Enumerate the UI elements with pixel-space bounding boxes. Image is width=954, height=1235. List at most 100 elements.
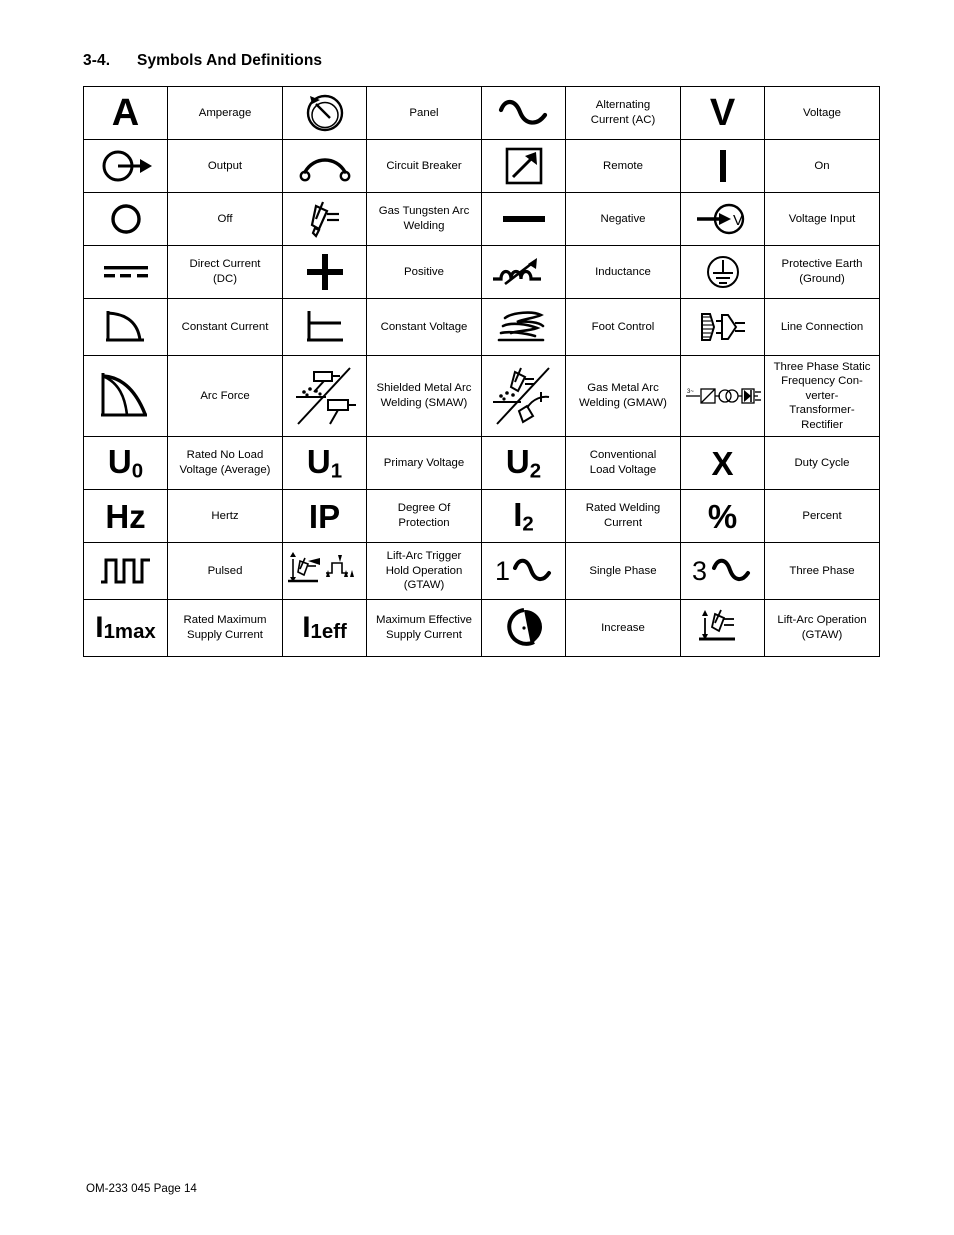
u-one-glyph: U1 bbox=[306, 442, 343, 483]
label-cell-arc-force: Arc Force bbox=[167, 355, 283, 437]
label-cell-negative: Negative bbox=[565, 192, 681, 246]
document-page: 3-4. Symbols And Definitions A Amperage bbox=[0, 0, 954, 1235]
panel-knob-icon bbox=[306, 94, 343, 132]
label-cell-foot-control: Foot Control bbox=[565, 298, 681, 356]
three-phase-static-converter-icon: 3~ bbox=[685, 388, 761, 404]
label-cell-increase: Increase bbox=[565, 599, 681, 657]
label-cell-three-phase: Three Phase bbox=[764, 542, 880, 600]
remote-arrow-box-icon bbox=[505, 147, 542, 185]
protective-earth-ground-icon bbox=[706, 256, 739, 288]
on-bar-icon bbox=[719, 150, 726, 182]
positive-plus-icon bbox=[306, 254, 343, 290]
symbol-cell-amperage: A bbox=[83, 86, 168, 140]
negative-bar-icon bbox=[502, 216, 545, 222]
label-cell-constant-voltage: Constant Voltage bbox=[366, 298, 482, 356]
table-row: Off Gas Tungsten Arc Welding Negative V … bbox=[83, 192, 880, 246]
symbol-cell-pulsed bbox=[83, 542, 168, 600]
page-footer: OM-233 045 Page 14 bbox=[86, 1182, 197, 1195]
section-number: 3-4. bbox=[83, 52, 111, 69]
output-arrow-circle-icon bbox=[102, 150, 152, 182]
circuit-breaker-icon bbox=[299, 158, 350, 182]
page-title: 3-4. Symbols And Definitions bbox=[83, 52, 322, 70]
label-cell-panel: Panel bbox=[366, 86, 482, 140]
table-row: Hz Hertz IP Degree Of Protection I2 Rate… bbox=[83, 489, 880, 543]
symbol-cell-arc-force bbox=[83, 355, 168, 437]
symbol-cell-i-two: I2 bbox=[481, 489, 566, 543]
single-phase-icon: 1 bbox=[495, 556, 551, 586]
label-cell-i-1eff: Maximum Effective Supply Current bbox=[366, 599, 482, 657]
svg-text:1: 1 bbox=[495, 556, 510, 586]
gtaw-torch-icon bbox=[310, 201, 339, 238]
label-cell-percent: Percent bbox=[764, 489, 880, 543]
table-row: Arc Force Shielded Metal Arc Welding (SM… bbox=[83, 355, 880, 437]
label-cell-circuit-breaker: Circuit Breaker bbox=[366, 139, 482, 193]
symbol-cell-direct-current bbox=[83, 245, 168, 299]
label-cell-ip: Degree Of Protection bbox=[366, 489, 482, 543]
amperage-A-glyph: A bbox=[111, 92, 140, 134]
symbol-cell-percent: % bbox=[680, 489, 765, 543]
symbol-cell-voltage-input: V bbox=[680, 192, 765, 246]
label-cell-lift-arc-operation: Lift-Arc Operation (GTAW) bbox=[764, 599, 880, 657]
symbol-cell-hertz: Hz bbox=[83, 489, 168, 543]
section-title: Symbols And Definitions bbox=[137, 52, 323, 69]
increase-knob-icon bbox=[506, 608, 542, 646]
i-two-glyph: I2 bbox=[513, 495, 534, 536]
label-cell-inductance: Inductance bbox=[565, 245, 681, 299]
label-cell-output: Output bbox=[167, 139, 283, 193]
symbol-cell-foot-control bbox=[481, 298, 566, 356]
label-cell-off: Off bbox=[167, 192, 283, 246]
label-cell-remote: Remote bbox=[565, 139, 681, 193]
symbol-cell-i-1eff: I1eff bbox=[282, 599, 367, 657]
svg-text:3: 3 bbox=[692, 556, 707, 586]
table-row: Pulsed Lift-Arc Trigger Hold Operation (… bbox=[83, 542, 880, 600]
voltage-input-icon: V bbox=[696, 203, 744, 235]
label-cell-line-connection: Line Connection bbox=[764, 298, 880, 356]
inductance-icon bbox=[492, 258, 541, 286]
hertz-glyph: Hz bbox=[105, 497, 146, 535]
arc-force-curve-icon bbox=[100, 373, 147, 417]
table-row: A Amperage Panel Alternating Current (AC… bbox=[83, 86, 880, 140]
symbol-cell-inductance bbox=[481, 245, 566, 299]
label-cell-positive: Positive bbox=[366, 245, 482, 299]
label-cell-single-phase: Single Phase bbox=[565, 542, 681, 600]
symbol-cell-constant-voltage bbox=[282, 298, 367, 356]
symbol-cell-gtaw bbox=[282, 192, 367, 246]
svg-text:V: V bbox=[733, 212, 743, 229]
symbol-cell-off bbox=[83, 192, 168, 246]
symbol-cell-lift-arc-trigger bbox=[282, 542, 367, 600]
symbol-cell-output bbox=[83, 139, 168, 193]
line-connection-plug-icon bbox=[700, 313, 745, 341]
i-1eff-glyph: I1eff bbox=[302, 611, 347, 644]
symbol-cell-smaw bbox=[282, 355, 367, 437]
label-cell-u-zero: Rated No Load Voltage (Average) bbox=[167, 436, 283, 490]
label-cell-protective-earth: Protective Earth (Ground) bbox=[764, 245, 880, 299]
symbol-cell-panel bbox=[282, 86, 367, 140]
symbol-cell-u-one: U1 bbox=[282, 436, 367, 490]
symbol-cell-line-connection bbox=[680, 298, 765, 356]
label-cell-constant-current: Constant Current bbox=[167, 298, 283, 356]
voltage-V-glyph: V bbox=[709, 92, 736, 134]
table-row: Output Circuit Breaker Remote On bbox=[83, 139, 880, 193]
label-cell-voltage-input: Voltage Input bbox=[764, 192, 880, 246]
label-cell-direct-current: Direct Current (DC) bbox=[167, 245, 283, 299]
off-circle-icon bbox=[110, 204, 141, 234]
symbol-cell-single-phase: 1 bbox=[481, 542, 566, 600]
label-cell-u-one: Primary Voltage bbox=[366, 436, 482, 490]
table-row: U0 Rated No Load Voltage (Average) U1 Pr… bbox=[83, 436, 880, 490]
symbol-cell-lift-arc-operation bbox=[680, 599, 765, 657]
label-cell-gmaw: Gas Metal Arc Welding (GMAW) bbox=[565, 355, 681, 437]
table-row: Direct Current (DC) Positive Inductance … bbox=[83, 245, 880, 299]
symbol-cell-circuit-breaker bbox=[282, 139, 367, 193]
symbol-cell-ip: IP bbox=[282, 489, 367, 543]
table-row: Constant Current Constant Voltage Foot C… bbox=[83, 298, 880, 356]
symbol-cell-duty-cycle: X bbox=[680, 436, 765, 490]
smaw-electrode-icon bbox=[295, 367, 356, 425]
label-cell-hertz: Hertz bbox=[167, 489, 283, 543]
constant-current-curve-icon bbox=[105, 311, 144, 342]
lift-arc-operation-icon bbox=[698, 609, 735, 641]
three-phase-icon: 3 bbox=[692, 556, 750, 586]
symbol-cell-protective-earth bbox=[680, 245, 765, 299]
symbol-cell-gmaw bbox=[481, 355, 566, 437]
label-cell-amperage: Amperage bbox=[167, 86, 283, 140]
symbol-cell-i-1max: I1max bbox=[83, 599, 168, 657]
